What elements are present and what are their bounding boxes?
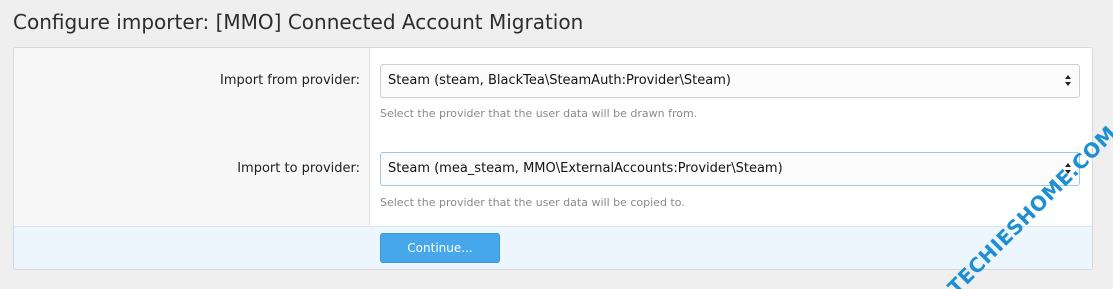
select-arrows-icon — [1065, 74, 1073, 88]
continue-button[interactable]: Continue... — [380, 233, 500, 263]
import-to-selected-value: Steam (mea_steam, MMO\ExternalAccounts:P… — [388, 161, 783, 176]
import-to-hint: Select the provider that the user data w… — [380, 196, 685, 209]
form-submit-row: Continue... — [14, 226, 1092, 269]
import-from-provider-select[interactable]: Steam (steam, BlackTea\SteamAuth:Provide… — [380, 64, 1080, 98]
import-to-label: Import to provider: — [237, 161, 360, 176]
import-from-label: Import from provider: — [220, 73, 360, 88]
page-title: Configure importer: [MMO] Connected Acco… — [13, 10, 584, 34]
importer-config-form: Import from provider: Steam (steam, Blac… — [13, 47, 1093, 270]
select-arrows-icon — [1065, 162, 1073, 176]
import-to-provider-select[interactable]: Steam (mea_steam, MMO\ExternalAccounts:P… — [380, 152, 1080, 186]
import-from-selected-value: Steam (steam, BlackTea\SteamAuth:Provide… — [388, 73, 731, 88]
import-from-hint: Select the provider that the user data w… — [380, 107, 698, 120]
